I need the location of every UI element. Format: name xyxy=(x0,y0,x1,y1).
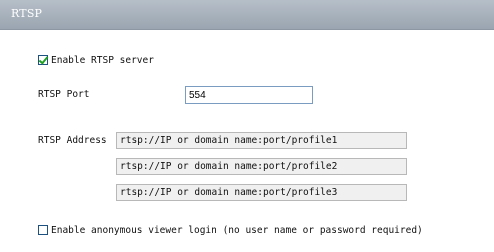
rtsp-port-label: RTSP Port xyxy=(38,89,90,100)
enable-rtsp-server-label: Enable RTSP server xyxy=(51,55,154,66)
anonymous-login-checkbox[interactable] xyxy=(38,225,48,235)
section-header: RTSP xyxy=(0,0,494,30)
enable-rtsp-server-checkbox[interactable] xyxy=(38,55,48,65)
anonymous-login-label: Enable anonymous viewer login (no user n… xyxy=(51,225,423,236)
rtsp-address-field-1[interactable]: rtsp://IP or domain name:port/profile1 xyxy=(116,132,407,149)
rtsp-address-label: RTSP Address xyxy=(38,135,107,146)
rtsp-settings-panel: RTSP Enable RTSP server RTSP Port RTSP A… xyxy=(0,0,494,252)
rtsp-address-field-2[interactable]: rtsp://IP or domain name:port/profile2 xyxy=(116,158,407,175)
section-title: RTSP xyxy=(11,7,43,20)
rtsp-address-field-3[interactable]: rtsp://IP or domain name:port/profile3 xyxy=(116,184,407,201)
rtsp-port-input[interactable] xyxy=(185,86,313,104)
